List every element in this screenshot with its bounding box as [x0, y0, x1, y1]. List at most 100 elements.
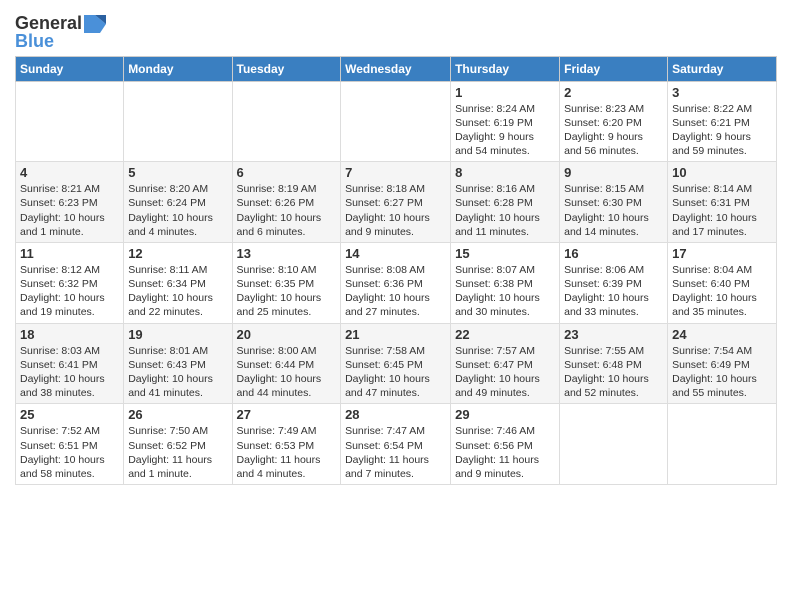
day-number: 26 — [128, 407, 227, 422]
calendar-day-cell: 3 Sunrise: 8:22 AM Sunset: 6:21 PM Daylig… — [668, 81, 777, 162]
day-number: 1 — [455, 85, 555, 100]
day-number: 3 — [672, 85, 772, 100]
calendar-day-cell: 7 Sunrise: 8:18 AM Sunset: 6:27 PM Daylig… — [341, 162, 451, 243]
calendar-day-cell — [16, 81, 124, 162]
day-detail: Sunrise: 7:46 AM Sunset: 6:56 PM Dayligh… — [455, 424, 555, 481]
day-detail: Sunrise: 7:52 AM Sunset: 6:51 PM Dayligh… — [20, 424, 119, 481]
calendar-day-cell: 21 Sunrise: 7:58 AM Sunset: 6:45 PM Dayli… — [341, 323, 451, 404]
calendar-day-cell: 26Sunrise: 7:50 AM Sunset: 6:52 PM Dayli… — [124, 404, 232, 485]
day-detail: Sunrise: 8:06 AM Sunset: 6:39 PM Dayligh… — [564, 263, 663, 320]
calendar-day-cell: 18 Sunrise: 8:03 AM Sunset: 6:41 PM Dayli… — [16, 323, 124, 404]
calendar-day-cell: 29 Sunrise: 7:46 AM Sunset: 6:56 PM Dayli… — [451, 404, 560, 485]
day-detail: Sunrise: 8:21 AM Sunset: 6:23 PM Dayligh… — [20, 182, 119, 239]
day-detail: Sunrise: 7:58 AM Sunset: 6:45 PM Dayligh… — [345, 344, 446, 401]
day-number: 20 — [237, 327, 337, 342]
day-number: 14 — [345, 246, 446, 261]
page-header: General Blue — [15, 10, 777, 52]
day-detail: Sunrise: 8:14 AM Sunset: 6:31 PM Dayligh… — [672, 182, 772, 239]
day-number: 13 — [237, 246, 337, 261]
day-detail: Sunrise: 7:54 AM Sunset: 6:49 PM Dayligh… — [672, 344, 772, 401]
day-detail: Sunrise: 8:15 AM Sunset: 6:30 PM Dayligh… — [564, 182, 663, 239]
day-detail: Sunrise: 8:10 AM Sunset: 6:35 PM Dayligh… — [237, 263, 337, 320]
day-detail: Sunrise: 7:47 AM Sunset: 6:54 PM Dayligh… — [345, 424, 446, 481]
day-number: 6 — [237, 165, 337, 180]
calendar-day-cell: 23 Sunrise: 7:55 AM Sunset: 6:48 PM Dayli… — [560, 323, 668, 404]
col-header-saturday: Saturday — [668, 56, 777, 81]
day-number: 18 — [20, 327, 119, 342]
day-number: 5 — [128, 165, 227, 180]
calendar-table: SundayMondayTuesdayWednesdayThursdayFrid… — [15, 56, 777, 485]
day-detail: Sunrise: 8:22 AM Sunset: 6:21 PM Dayligh… — [672, 102, 772, 159]
day-number: 7 — [345, 165, 446, 180]
calendar-day-cell — [668, 404, 777, 485]
calendar-day-cell: 22 Sunrise: 7:57 AM Sunset: 6:47 PM Dayli… — [451, 323, 560, 404]
day-detail: Sunrise: 8:01 AM Sunset: 6:43 PM Dayligh… — [128, 344, 227, 401]
day-detail: Sunrise: 8:11 AM Sunset: 6:34 PM Dayligh… — [128, 263, 227, 320]
day-number: 19 — [128, 327, 227, 342]
day-number: 21 — [345, 327, 446, 342]
day-number: 29 — [455, 407, 555, 422]
calendar-week-row: 25 Sunrise: 7:52 AM Sunset: 6:51 PM Dayli… — [16, 404, 777, 485]
day-number: 24 — [672, 327, 772, 342]
calendar-day-cell: 1 Sunrise: 8:24 AM Sunset: 6:19 PM Daylig… — [451, 81, 560, 162]
calendar-day-cell — [560, 404, 668, 485]
calendar-day-cell: 16 Sunrise: 8:06 AM Sunset: 6:39 PM Dayli… — [560, 242, 668, 323]
day-detail: Sunrise: 8:00 AM Sunset: 6:44 PM Dayligh… — [237, 344, 337, 401]
calendar-day-cell: 5 Sunrise: 8:20 AM Sunset: 6:24 PM Daylig… — [124, 162, 232, 243]
calendar-day-cell: 6Sunrise: 8:19 AM Sunset: 6:26 PM Daylig… — [232, 162, 341, 243]
calendar-week-row: 11Sunrise: 8:12 AM Sunset: 6:32 PM Dayli… — [16, 242, 777, 323]
calendar-day-cell: 20 Sunrise: 8:00 AM Sunset: 6:44 PM Dayli… — [232, 323, 341, 404]
logo-blue: Blue — [15, 32, 54, 52]
day-detail: Sunrise: 8:20 AM Sunset: 6:24 PM Dayligh… — [128, 182, 227, 239]
day-detail: Sunrise: 8:18 AM Sunset: 6:27 PM Dayligh… — [345, 182, 446, 239]
day-number: 12 — [128, 246, 227, 261]
calendar-header-row: SundayMondayTuesdayWednesdayThursdayFrid… — [16, 56, 777, 81]
day-number: 28 — [345, 407, 446, 422]
calendar-day-cell: 15 Sunrise: 8:07 AM Sunset: 6:38 PM Dayli… — [451, 242, 560, 323]
logo: General Blue — [15, 14, 106, 52]
col-header-friday: Friday — [560, 56, 668, 81]
calendar-day-cell: 27 Sunrise: 7:49 AM Sunset: 6:53 PM Dayli… — [232, 404, 341, 485]
calendar-day-cell: 12 Sunrise: 8:11 AM Sunset: 6:34 PM Dayli… — [124, 242, 232, 323]
logo-icon — [84, 15, 106, 33]
day-number: 22 — [455, 327, 555, 342]
day-detail: Sunrise: 7:49 AM Sunset: 6:53 PM Dayligh… — [237, 424, 337, 481]
day-detail: Sunrise: 8:04 AM Sunset: 6:40 PM Dayligh… — [672, 263, 772, 320]
calendar-week-row: 4Sunrise: 8:21 AM Sunset: 6:23 PM Daylig… — [16, 162, 777, 243]
day-detail: Sunrise: 8:16 AM Sunset: 6:28 PM Dayligh… — [455, 182, 555, 239]
calendar-day-cell: 4Sunrise: 8:21 AM Sunset: 6:23 PM Daylig… — [16, 162, 124, 243]
col-header-sunday: Sunday — [16, 56, 124, 81]
day-detail: Sunrise: 8:08 AM Sunset: 6:36 PM Dayligh… — [345, 263, 446, 320]
calendar-day-cell: 28 Sunrise: 7:47 AM Sunset: 6:54 PM Dayli… — [341, 404, 451, 485]
day-detail: Sunrise: 8:03 AM Sunset: 6:41 PM Dayligh… — [20, 344, 119, 401]
day-number: 17 — [672, 246, 772, 261]
calendar-week-row: 18 Sunrise: 8:03 AM Sunset: 6:41 PM Dayli… — [16, 323, 777, 404]
col-header-wednesday: Wednesday — [341, 56, 451, 81]
calendar-day-cell: 19 Sunrise: 8:01 AM Sunset: 6:43 PM Dayli… — [124, 323, 232, 404]
day-number: 23 — [564, 327, 663, 342]
day-detail: Sunrise: 8:07 AM Sunset: 6:38 PM Dayligh… — [455, 263, 555, 320]
day-number: 25 — [20, 407, 119, 422]
day-number: 8 — [455, 165, 555, 180]
day-number: 15 — [455, 246, 555, 261]
calendar-day-cell — [232, 81, 341, 162]
day-number: 16 — [564, 246, 663, 261]
calendar-week-row: 1 Sunrise: 8:24 AM Sunset: 6:19 PM Daylig… — [16, 81, 777, 162]
day-number: 27 — [237, 407, 337, 422]
calendar-day-cell — [341, 81, 451, 162]
day-number: 2 — [564, 85, 663, 100]
col-header-monday: Monday — [124, 56, 232, 81]
col-header-tuesday: Tuesday — [232, 56, 341, 81]
day-detail: Sunrise: 8:23 AM Sunset: 6:20 PM Dayligh… — [564, 102, 663, 159]
calendar-day-cell: 2 Sunrise: 8:23 AM Sunset: 6:20 PM Daylig… — [560, 81, 668, 162]
calendar-day-cell: 8 Sunrise: 8:16 AM Sunset: 6:28 PM Daylig… — [451, 162, 560, 243]
calendar-day-cell: 11Sunrise: 8:12 AM Sunset: 6:32 PM Dayli… — [16, 242, 124, 323]
calendar-day-cell: 13 Sunrise: 8:10 AM Sunset: 6:35 PM Dayli… — [232, 242, 341, 323]
day-number: 10 — [672, 165, 772, 180]
day-detail: Sunrise: 7:57 AM Sunset: 6:47 PM Dayligh… — [455, 344, 555, 401]
calendar-day-cell: 24 Sunrise: 7:54 AM Sunset: 6:49 PM Dayli… — [668, 323, 777, 404]
day-detail: Sunrise: 8:12 AM Sunset: 6:32 PM Dayligh… — [20, 263, 119, 320]
day-detail: Sunrise: 8:24 AM Sunset: 6:19 PM Dayligh… — [455, 102, 555, 159]
day-number: 9 — [564, 165, 663, 180]
day-detail: Sunrise: 7:55 AM Sunset: 6:48 PM Dayligh… — [564, 344, 663, 401]
